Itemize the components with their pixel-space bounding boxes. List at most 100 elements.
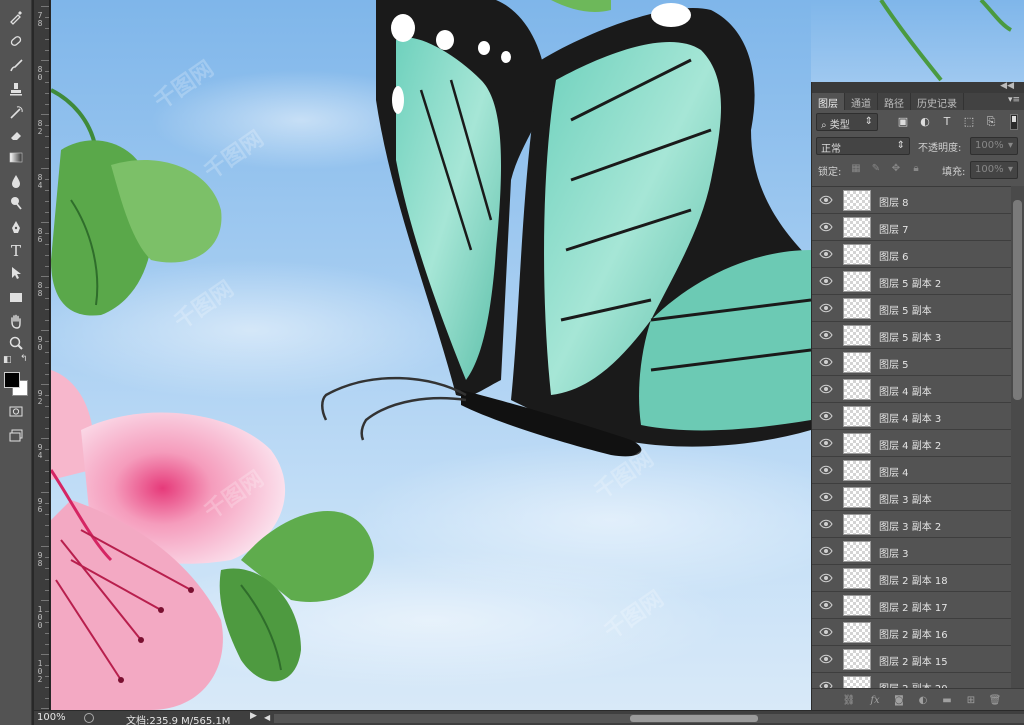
layer-name[interactable]: 图层 5 xyxy=(879,356,909,371)
filter-kind-select[interactable]: ⌕ 类型 ⇕ xyxy=(816,113,878,131)
visibility-eye-icon[interactable] xyxy=(819,384,833,394)
layer-name[interactable]: 图层 5 副本 2 xyxy=(879,275,941,290)
layer-row[interactable]: 图层 2 副本 18 xyxy=(812,565,1011,592)
adjustment-filter-icon[interactable]: ◐ xyxy=(918,115,932,129)
delete-layer-icon[interactable]: 🗑︎ xyxy=(988,694,1002,707)
visibility-eye-icon[interactable] xyxy=(819,573,833,583)
layer-row[interactable]: 图层 2 副本 15 xyxy=(812,646,1011,673)
visibility-eye-icon[interactable] xyxy=(819,492,833,502)
visibility-eye-icon[interactable] xyxy=(819,438,833,448)
layer-thumbnail[interactable] xyxy=(843,676,871,688)
dodge-tool-icon[interactable] xyxy=(4,192,28,214)
layer-thumbnail[interactable] xyxy=(843,379,871,400)
visibility-eye-icon[interactable] xyxy=(819,654,833,664)
rectangle-tool-icon[interactable] xyxy=(4,286,28,308)
healing-brush-icon[interactable] xyxy=(4,30,28,52)
tab-paths[interactable]: 路径 xyxy=(878,93,911,110)
layer-name[interactable]: 图层 7 xyxy=(879,221,909,236)
filter-toggle[interactable] xyxy=(1010,114,1018,130)
layer-thumbnail[interactable] xyxy=(843,433,871,454)
layer-name[interactable]: 图层 3 副本 xyxy=(879,491,932,506)
layer-thumbnail[interactable] xyxy=(843,595,871,616)
layer-name[interactable]: 图层 4 xyxy=(879,464,909,479)
lock-position-icon[interactable]: ✥ xyxy=(890,163,902,175)
opacity-input[interactable]: 100% ▾ xyxy=(970,137,1018,155)
eraser-tool-icon[interactable] xyxy=(4,124,28,146)
tab-history[interactable]: 历史记录 xyxy=(911,93,964,110)
layer-row[interactable]: 图层 3 xyxy=(812,538,1011,565)
layer-thumbnail[interactable] xyxy=(843,568,871,589)
document-canvas[interactable]: 千图网 千图网 千图网 千图网 千图网 千图网 xyxy=(51,0,811,710)
layer-row[interactable]: 图层 5 副本 3 xyxy=(812,322,1011,349)
shape-filter-icon[interactable]: ⬚ xyxy=(962,115,976,129)
layer-row[interactable]: 图层 4 副本 2 xyxy=(812,430,1011,457)
layer-row[interactable]: 图层 7 xyxy=(812,214,1011,241)
layer-row[interactable]: 图层 4 副本 3 xyxy=(812,403,1011,430)
visibility-eye-icon[interactable] xyxy=(819,681,833,688)
layer-thumbnail[interactable] xyxy=(843,217,871,238)
layer-row[interactable]: 图层 8 xyxy=(812,187,1011,214)
layer-row[interactable]: 图层 2 副本 20 xyxy=(812,673,1011,688)
layer-name[interactable]: 图层 4 副本 2 xyxy=(879,437,941,452)
layer-name[interactable]: 图层 4 副本 3 xyxy=(879,410,941,425)
visibility-eye-icon[interactable] xyxy=(819,357,833,367)
new-group-icon[interactable]: ▬ xyxy=(940,694,954,707)
clone-stamp-icon[interactable] xyxy=(4,78,28,100)
fill-input[interactable]: 100% ▾ xyxy=(970,161,1018,179)
layer-row[interactable]: 图层 3 副本 2 xyxy=(812,511,1011,538)
add-mask-icon[interactable]: ◙ xyxy=(892,694,906,707)
layer-thumbnail[interactable] xyxy=(843,244,871,265)
document-info-icon[interactable] xyxy=(84,713,94,723)
link-layers-icon[interactable]: ⛓ xyxy=(842,694,856,707)
layer-row[interactable]: 图层 4 xyxy=(812,457,1011,484)
gradient-tool-icon[interactable] xyxy=(4,146,28,168)
layer-name[interactable]: 图层 2 副本 17 xyxy=(879,599,948,614)
layer-thumbnail[interactable] xyxy=(843,271,871,292)
layer-name[interactable]: 图层 5 副本 xyxy=(879,302,932,317)
layer-thumbnail[interactable] xyxy=(843,622,871,643)
visibility-eye-icon[interactable] xyxy=(819,519,833,529)
layer-row[interactable]: 图层 4 副本 xyxy=(812,376,1011,403)
layer-thumbnail[interactable] xyxy=(843,487,871,508)
collapse-panel-icon[interactable]: ◀◀ xyxy=(1000,81,1014,91)
layer-name[interactable]: 图层 2 副本 15 xyxy=(879,653,948,668)
visibility-eye-icon[interactable] xyxy=(819,195,833,205)
eyedropper-tool-icon[interactable] xyxy=(4,6,28,28)
layer-thumbnail[interactable] xyxy=(843,190,871,211)
hand-tool-icon[interactable] xyxy=(4,310,28,332)
lock-image-icon[interactable]: ✎ xyxy=(870,163,882,175)
screen-mode-icon[interactable] xyxy=(4,424,28,446)
layers-scrollbar-thumb[interactable] xyxy=(1013,200,1022,400)
layer-name[interactable]: 图层 2 副本 18 xyxy=(879,572,948,587)
layer-name[interactable]: 图层 4 副本 xyxy=(879,383,932,398)
scroll-left-icon[interactable]: ◀ xyxy=(264,713,270,722)
default-colors-icon[interactable]: ◧ xyxy=(3,355,12,365)
layer-thumbnail[interactable] xyxy=(843,541,871,562)
visibility-eye-icon[interactable] xyxy=(819,465,833,475)
layer-thumbnail[interactable] xyxy=(843,406,871,427)
panel-menu-icon[interactable]: ▾≡ xyxy=(1008,95,1020,105)
visibility-eye-icon[interactable] xyxy=(819,249,833,259)
type-tool-icon[interactable]: T xyxy=(4,240,28,262)
foreground-color-swatch[interactable] xyxy=(4,372,20,388)
layer-row[interactable]: 图层 6 xyxy=(812,241,1011,268)
layer-row[interactable]: 图层 5 副本 xyxy=(812,295,1011,322)
zoom-level[interactable]: 100% xyxy=(37,712,66,723)
layer-row[interactable]: 图层 5 xyxy=(812,349,1011,376)
visibility-eye-icon[interactable] xyxy=(819,411,833,421)
horizontal-scrollbar[interactable] xyxy=(274,714,1024,723)
layer-thumbnail[interactable] xyxy=(843,460,871,481)
swap-colors-icon[interactable]: ↰ xyxy=(20,354,28,364)
layer-name[interactable]: 图层 5 副本 3 xyxy=(879,329,941,344)
layer-thumbnail[interactable] xyxy=(843,352,871,373)
new-layer-icon[interactable]: ⊞ xyxy=(964,694,978,707)
smart-object-filter-icon[interactable]: ⎘ xyxy=(984,115,998,129)
layer-row[interactable]: 图层 3 副本 xyxy=(812,484,1011,511)
path-selection-icon[interactable] xyxy=(4,262,28,284)
visibility-eye-icon[interactable] xyxy=(819,546,833,556)
lock-all-icon[interactable]: 🔒︎ xyxy=(910,163,922,175)
history-brush-icon[interactable] xyxy=(4,102,28,124)
layer-thumbnail[interactable] xyxy=(843,325,871,346)
lock-transparent-icon[interactable]: ▦ xyxy=(850,163,862,175)
pen-tool-icon[interactable] xyxy=(4,216,28,238)
